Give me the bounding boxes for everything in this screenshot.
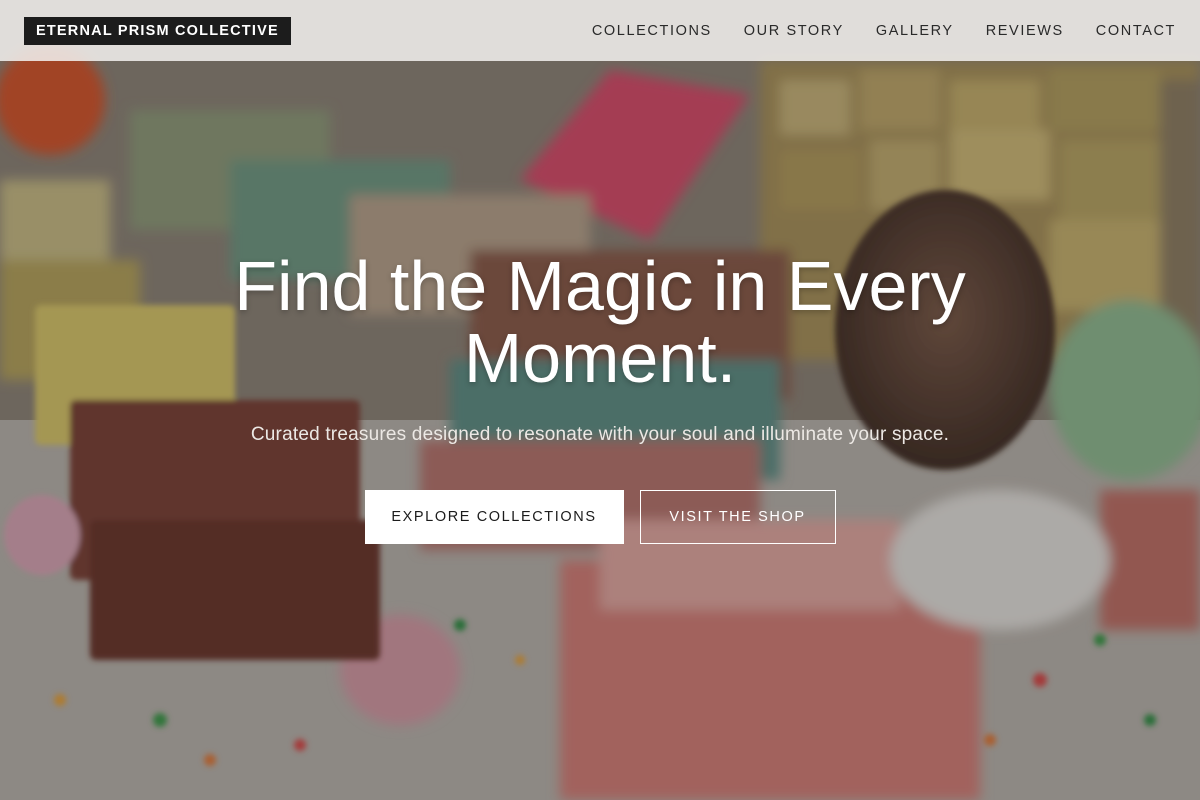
explore-collections-button[interactable]: EXPLORE COLLECTIONS [364, 490, 624, 544]
hero-actions: EXPLORE COLLECTIONS VISIT THE SHOP [0, 490, 1200, 544]
hero-subtitle: Curated treasures designed to resonate w… [250, 424, 950, 445]
nav-item-our-story[interactable]: OUR STORY [744, 23, 844, 39]
nav-item-collections[interactable]: COLLECTIONS [592, 23, 712, 39]
nav-item-gallery[interactable]: GALLERY [876, 23, 954, 39]
visit-shop-button[interactable]: VISIT THE SHOP [639, 490, 836, 544]
hero-title: Find the Magic in Every Moment. [234, 247, 966, 397]
nav-item-contact[interactable]: CONTACT [1096, 23, 1176, 39]
brand-logo[interactable]: ETERNAL PRISM COLLECTIVE [24, 16, 291, 45]
hero-section: Find the Magic in Every Moment. Curated … [0, 250, 1200, 544]
top-navbar: ETERNAL PRISM COLLECTIVE COLLECTIONS OUR… [0, 0, 1200, 61]
main-nav: COLLECTIONS OUR STORY GALLERY REVIEWS CO… [560, 23, 1176, 39]
nav-item-reviews[interactable]: REVIEWS [986, 23, 1064, 39]
